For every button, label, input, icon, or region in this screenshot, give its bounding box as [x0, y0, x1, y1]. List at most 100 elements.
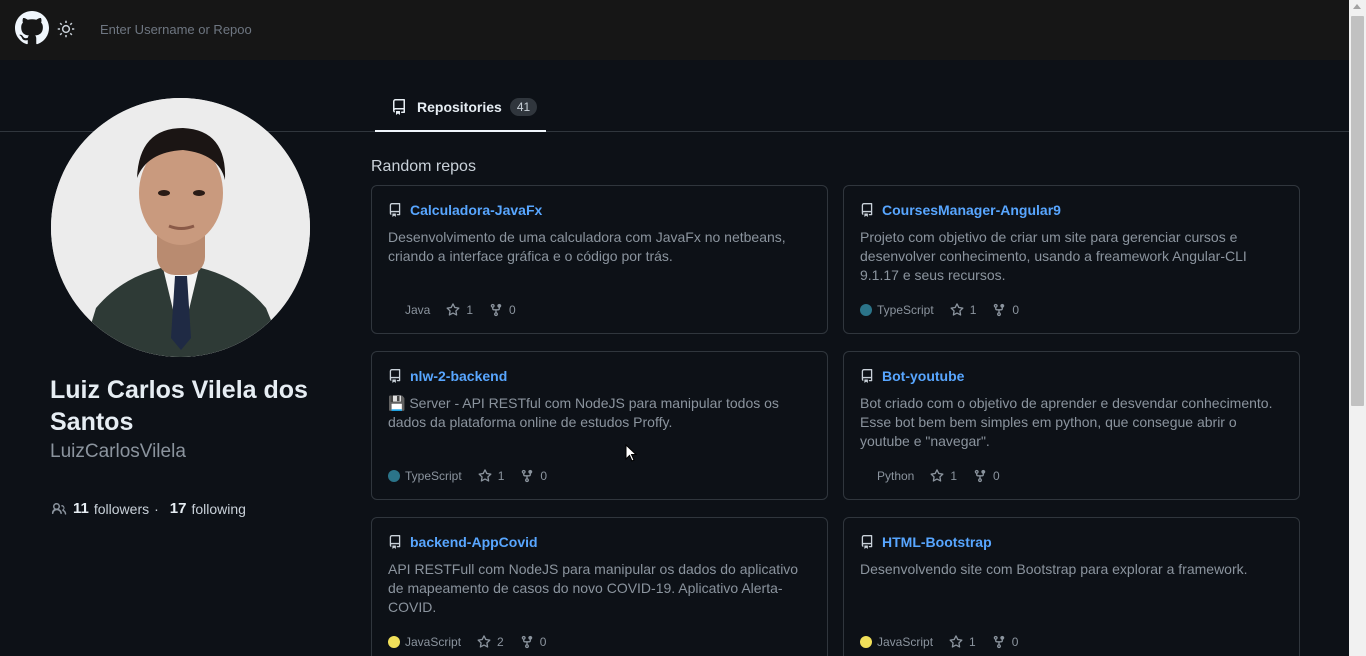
stars-count: 1: [969, 303, 977, 317]
forks-count: 0: [1012, 303, 1020, 317]
profile-login: LuizCarlosVilela: [50, 441, 186, 462]
stars-count: 1: [497, 469, 505, 483]
repo-book-icon: [861, 203, 873, 217]
repo-book-icon: [861, 535, 873, 549]
repo-forks[interactable]: 0: [489, 303, 516, 317]
scroll-up-arrow-icon[interactable]: [1353, 4, 1361, 9]
fork-icon: [994, 303, 1005, 317]
repo-language: Java: [388, 303, 430, 317]
repo-meta: JavaScript 2 0: [388, 635, 546, 649]
repo-description: Projeto com objetivo de criar um site pa…: [860, 229, 1247, 283]
star-icon: [950, 303, 964, 316]
language-color-dot: [388, 470, 400, 482]
github-logo-icon[interactable]: [15, 11, 49, 45]
language-label: Java: [405, 303, 431, 317]
repo-forks[interactable]: 0: [973, 469, 1000, 483]
star-icon: [930, 469, 944, 482]
followers-label[interactable]: followers: [94, 501, 149, 517]
repo-language: TypeScript: [860, 303, 934, 317]
repo-meta: TypeScript 1 0: [388, 469, 547, 483]
repo-forks[interactable]: 0: [520, 469, 547, 483]
repo-stars[interactable]: 1: [950, 303, 977, 317]
repo-description: API RESTFull com NodeJS para manipular o…: [388, 561, 799, 615]
repo-card[interactable]: HTML-Bootstrap Desenvolvendo site com Bo…: [843, 517, 1300, 656]
repo-card-header: HTML-Bootstrap: [860, 534, 1283, 550]
sun-theme-toggle-icon[interactable]: [57, 20, 75, 38]
repo-meta: JavaScript 1 0: [860, 635, 1018, 649]
repo-card-header: CoursesManager-Angular9: [860, 202, 1283, 218]
following-label[interactable]: following: [191, 501, 245, 517]
stars-count: 2: [497, 635, 504, 649]
repo-stars[interactable]: 1: [478, 469, 505, 483]
repo-book-icon: [861, 369, 873, 383]
forks-count: 0: [509, 303, 516, 317]
repo-name-link[interactable]: Calculadora-JavaFx: [410, 202, 542, 218]
repo-card[interactable]: nlw-2-backend 💾 Server - API RESTful com…: [371, 351, 828, 500]
repo-card[interactable]: Bot-youtube Bot criado com o objetivo de…: [843, 351, 1300, 500]
repo-card-header: backend-AppCovid: [388, 534, 811, 550]
fork-icon: [522, 469, 533, 483]
stars-count: 1: [950, 469, 958, 483]
search-input[interactable]: [100, 18, 500, 40]
repo-book-icon: [389, 369, 401, 383]
fork-icon: [521, 635, 532, 649]
repo-language: Python: [860, 469, 914, 483]
repo-forks[interactable]: 0: [520, 635, 546, 649]
repo-book-icon: [389, 535, 401, 549]
repo-language: JavaScript: [860, 635, 933, 649]
repo-meta: Python 1 0: [860, 469, 1000, 483]
forks-count: 0: [1011, 635, 1019, 649]
star-icon: [949, 635, 963, 648]
language-label: TypeScript: [877, 303, 934, 317]
repo-description: Bot criado com o objetivo de aprender e …: [860, 395, 1273, 449]
repo-card-header: nlw-2-backend: [388, 368, 811, 384]
repo-card[interactable]: CoursesManager-Angular9 Projeto com obje…: [843, 185, 1300, 334]
language-label: JavaScript: [405, 635, 462, 649]
repo-stars[interactable]: 1: [949, 635, 976, 649]
repo-card-header: Calculadora-JavaFx: [388, 202, 811, 218]
repo-name-link[interactable]: HTML-Bootstrap: [882, 534, 992, 550]
star-icon: [477, 635, 491, 648]
repo-book-icon: [393, 99, 405, 115]
profile-photo: [51, 98, 310, 357]
repo-name-link[interactable]: backend-AppCovid: [410, 534, 538, 550]
fork-icon: [993, 635, 1004, 649]
follow-stats: 11 followers · 17 following: [51, 500, 246, 517]
repo-stars[interactable]: 1: [930, 469, 957, 483]
top-bar: [0, 0, 1349, 60]
mouse-cursor-icon: [625, 444, 637, 462]
people-icon: [51, 502, 67, 515]
repo-language: JavaScript: [388, 635, 461, 649]
tab-repositories[interactable]: Repositories 41: [375, 84, 546, 132]
fork-icon: [490, 303, 502, 317]
repo-card[interactable]: Calculadora-JavaFx Desenvolvimento de um…: [371, 185, 828, 334]
follow-separator: ·: [154, 500, 159, 517]
forks-count: 0: [540, 469, 548, 483]
repo-meta: TypeScript 1 0: [860, 303, 1019, 317]
language-color-dot: [860, 636, 872, 648]
followers-count[interactable]: 11: [73, 500, 89, 517]
profile-name: Luiz Carlos Vilela dos Santos: [50, 376, 308, 436]
repo-name-link[interactable]: CoursesManager-Angular9: [882, 202, 1061, 218]
repo-stars[interactable]: 1: [446, 303, 473, 317]
repo-description: 💾 Server - API RESTful com NodeJS para m…: [388, 395, 779, 430]
repo-stars[interactable]: 2: [477, 635, 504, 649]
repo-forks[interactable]: 0: [992, 303, 1019, 317]
repo-name-link[interactable]: Bot-youtube: [882, 368, 964, 384]
repo-language: TypeScript: [388, 469, 462, 483]
following-count[interactable]: 17: [170, 500, 187, 517]
page-scrollbar[interactable]: [1349, 0, 1366, 656]
repo-name-link[interactable]: nlw-2-backend: [410, 368, 507, 384]
avatar: [51, 98, 310, 357]
repo-meta: Java 1 0: [388, 303, 516, 317]
scrollbar-thumb[interactable]: [1351, 16, 1364, 406]
tab-label: Repositories: [417, 99, 502, 115]
repo-card[interactable]: backend-AppCovid API RESTFull com NodeJS…: [371, 517, 828, 656]
repo-description: Desenvolvendo site com Bootstrap para ex…: [860, 561, 1248, 577]
repo-description: Desenvolvimento de uma calculadora com J…: [388, 229, 786, 264]
fork-icon: [974, 469, 986, 483]
repo-card-header: Bot-youtube: [860, 368, 1283, 384]
repo-forks[interactable]: 0: [992, 635, 1019, 649]
star-icon: [446, 303, 460, 316]
stars-count: 1: [466, 303, 474, 317]
